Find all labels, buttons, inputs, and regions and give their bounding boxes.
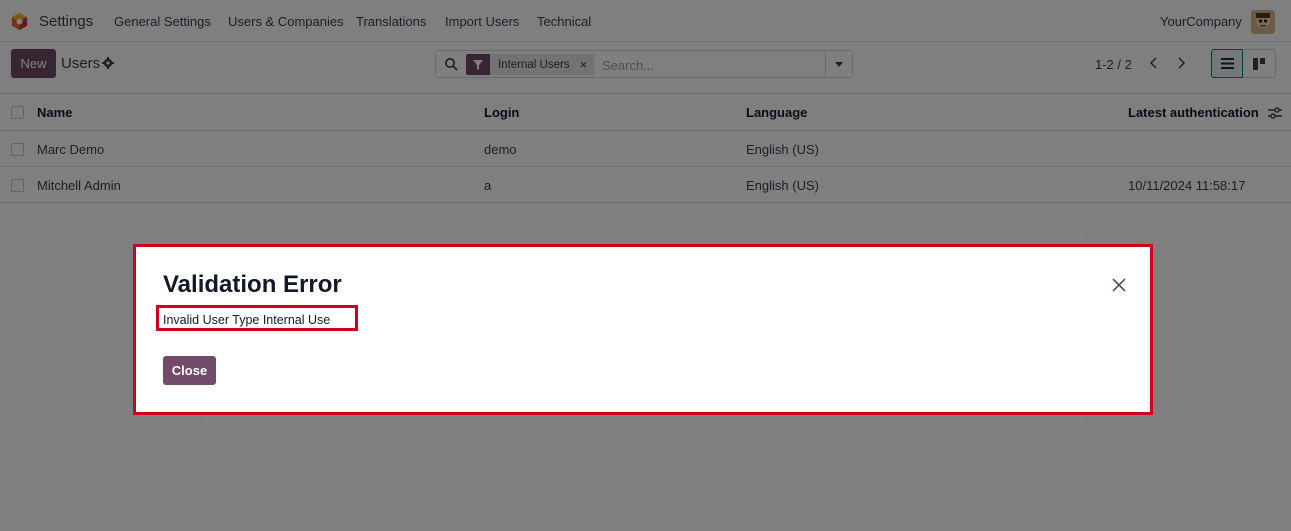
close-icon[interactable] <box>1111 277 1127 293</box>
dialog-message: Invalid User Type Internal Use <box>163 313 331 327</box>
close-button[interactable]: Close <box>163 356 216 385</box>
validation-error-dialog: Validation Error Invalid User Type Inter… <box>133 244 1153 415</box>
dialog-title: Validation Error <box>163 271 342 298</box>
